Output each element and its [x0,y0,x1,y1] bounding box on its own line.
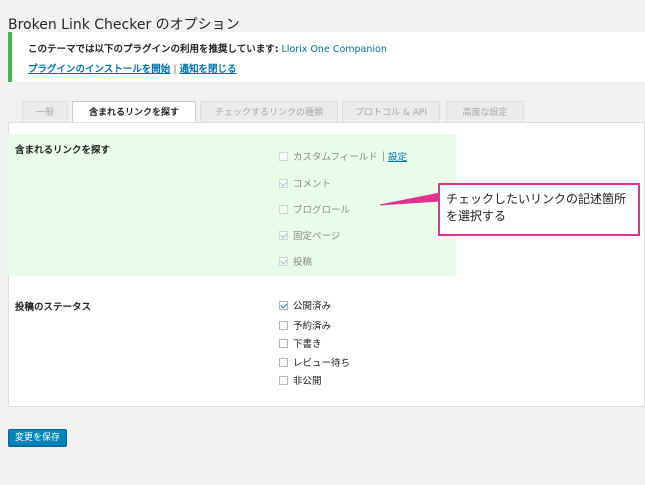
option-scheduled: 予約済み [279,319,332,332]
option-pending-review: レビュー待ち [279,356,351,369]
custom-fields-label: カスタムフィールド [293,152,378,163]
option-published: 公開済み [279,299,332,312]
comments-checkbox[interactable] [279,178,288,188]
tab-general[interactable]: 一般 [22,101,68,123]
annotation-callout: チェックしたいリンクの記述箇所を選択する [438,183,640,236]
published-checkbox[interactable] [279,300,288,310]
section-label-post-status: 投稿のステータス [15,302,92,313]
pending-review-checkbox[interactable] [279,357,288,367]
option-posts: 投稿 [279,255,313,268]
scheduled-checkbox[interactable] [279,320,288,330]
notice-actions: プラグインのインストールを開始 | 通知を閉じる [28,61,237,75]
pages-label: 固定ページ [293,231,341,242]
save-changes-button[interactable]: 変更を保存 [8,429,68,446]
scheduled-label: 予約済み [293,321,332,332]
blogroll-label: ブログロール [293,205,351,216]
blogroll-checkbox[interactable] [279,204,288,214]
tab-look-for-links[interactable]: 含まれるリンクを探す [72,101,196,124]
posts-label: 投稿 [293,257,313,268]
custom-fields-settings-link[interactable]: 設定 [388,149,407,163]
plugin-recommendation-notice: このテーマでは以下のプラグインの利用を推奨しています: Llorix One Co… [8,32,645,82]
notice-message: このテーマでは以下のプラグインの利用を推奨しています: Llorix One Co… [28,41,387,55]
draft-label: 下書き [293,339,322,350]
tab-protocols-api[interactable]: プロトコル & API [342,101,440,123]
tab-advanced[interactable]: 高度な設定 [446,101,524,123]
draft-checkbox[interactable] [279,338,288,348]
private-label: 非公開 [293,376,322,387]
pending-review-label: レビュー待ち [293,358,351,369]
notice-text: このテーマでは以下のプラグインの利用を推奨しています: [28,44,279,55]
tab-link-types[interactable]: チェックするリンクの種類 [200,101,338,123]
private-checkbox[interactable] [279,375,288,385]
option-custom-fields: カスタムフィールド | 設定 [279,149,407,163]
section-label-look-for-links: 含まれるリンクを探す [15,145,111,156]
option-private: 非公開 [279,374,322,387]
custom-fields-checkbox[interactable] [279,151,288,161]
option-blogroll: ブログロール [279,203,351,216]
posts-checkbox[interactable] [279,256,288,266]
comments-label: コメント [293,179,332,190]
plugin-link[interactable]: Llorix One Companion [282,44,387,55]
notice-separator: | [173,64,177,75]
dismiss-notice-link[interactable]: 通知を閉じる [180,64,237,75]
link-separator: | [381,150,385,162]
option-draft: 下書き [279,337,322,350]
pages-checkbox[interactable] [279,230,288,240]
option-pages: 固定ページ [279,229,341,242]
begin-install-link[interactable]: プラグインのインストールを開始 [28,64,170,75]
published-label: 公開済み [293,301,332,312]
option-comments: コメント [279,177,332,190]
